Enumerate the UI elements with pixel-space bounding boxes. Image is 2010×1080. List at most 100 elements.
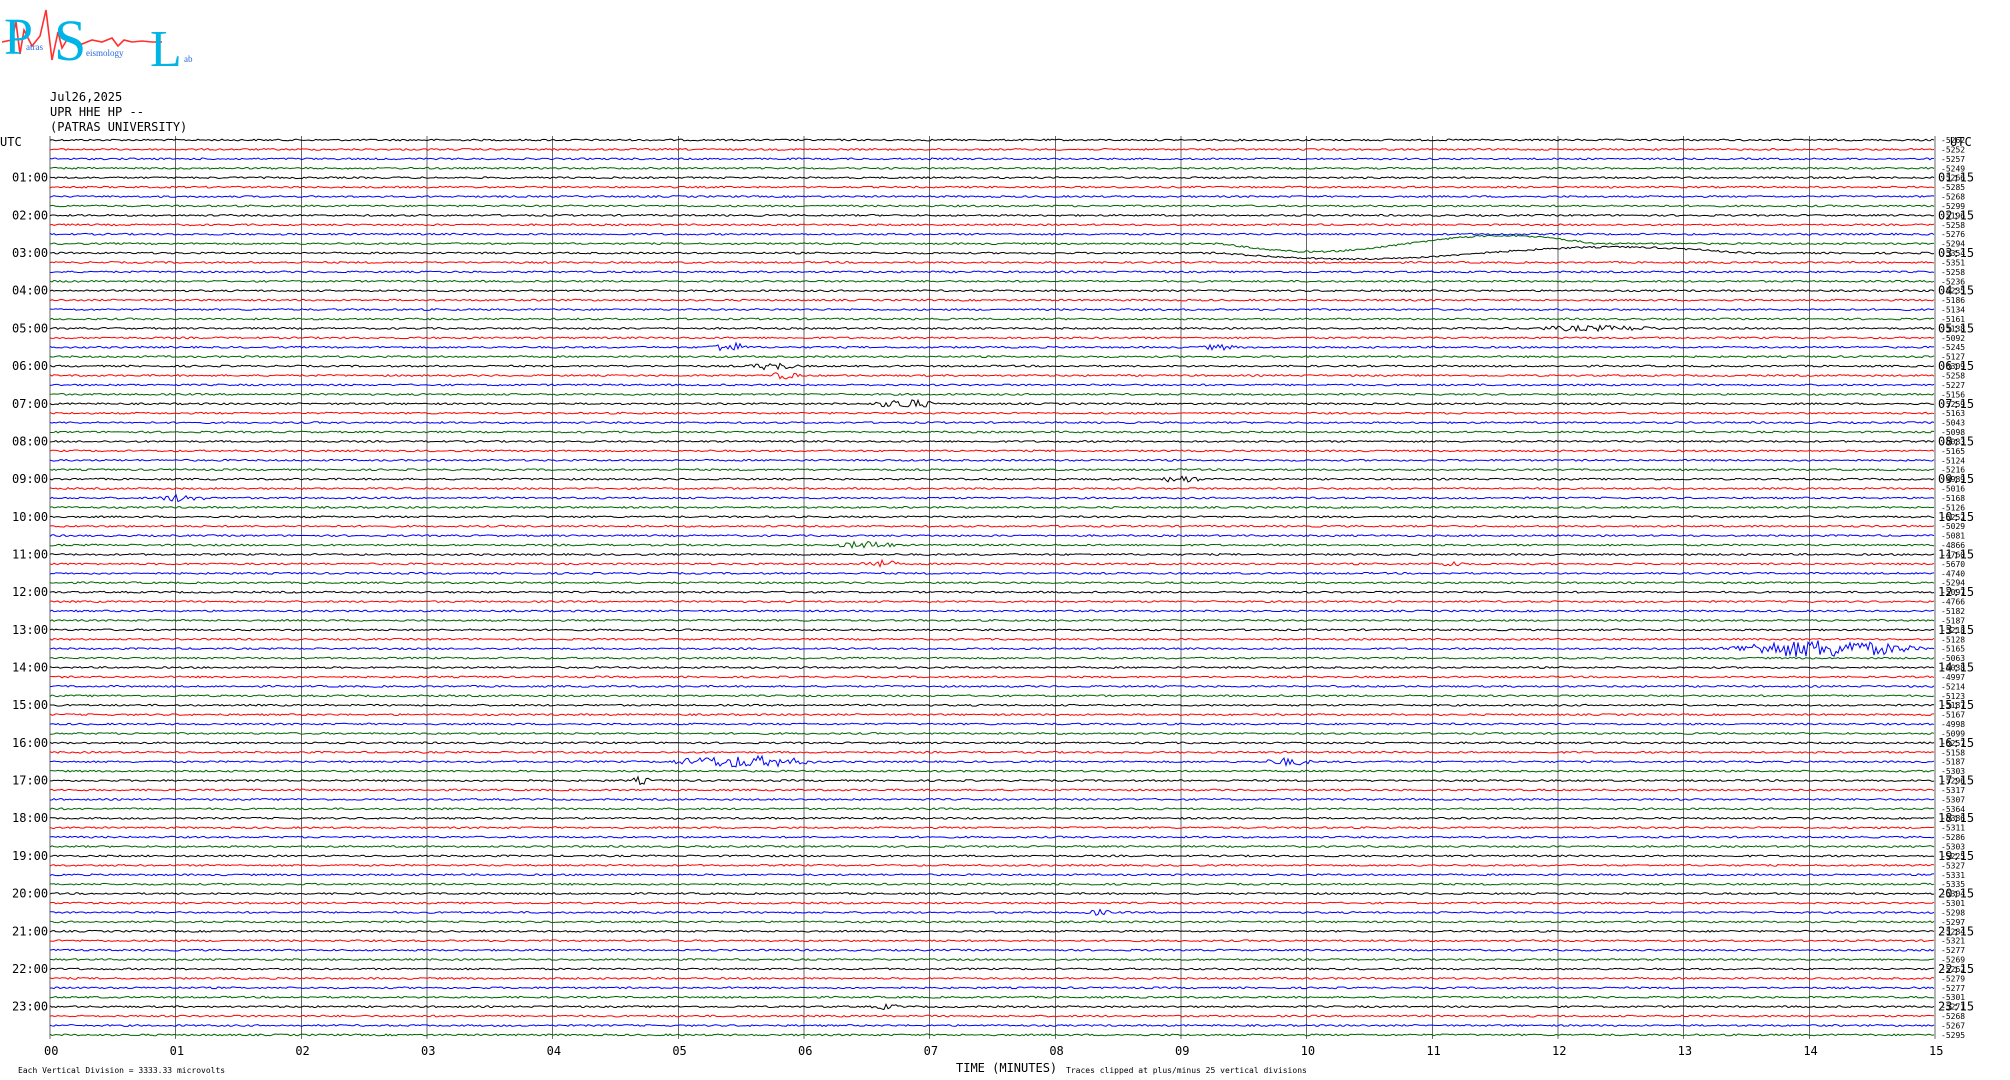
trace-line xyxy=(49,421,1935,425)
trace-line xyxy=(49,223,1935,227)
hour-label-right: 03:15 xyxy=(1938,246,1974,260)
trace-line xyxy=(49,826,1935,830)
trace-line xyxy=(49,571,1935,575)
trace-line xyxy=(49,920,1935,924)
trace-line xyxy=(49,515,1935,519)
hour-label-right: 13:15 xyxy=(1938,623,1974,637)
trace-line xyxy=(49,392,1935,396)
trace-offset-label: -5252 xyxy=(1941,145,1965,154)
trace-offset-label: -4998 xyxy=(1941,720,1965,729)
hour-label-right: 20:15 xyxy=(1938,887,1974,901)
hour-label-left: 08:00 xyxy=(12,434,48,448)
trace-offset-label: -5268 xyxy=(1941,193,1965,202)
trace-offset-label: -5307 xyxy=(1941,795,1965,804)
trace-offset-label: -5124 xyxy=(1941,456,1965,465)
trace-line xyxy=(49,245,1935,261)
x-tick-label: 13 xyxy=(1678,1044,1692,1058)
trace-line xyxy=(49,609,1935,613)
hour-label-left: 11:00 xyxy=(12,547,48,561)
trace-line xyxy=(49,754,1935,768)
trace-line xyxy=(49,260,1935,264)
x-tick-label: 08 xyxy=(1049,1044,1063,1058)
clip-note: Traces clipped at plus/minus 25 vertical… xyxy=(1066,1066,1307,1075)
trace-offset-label: -5331 xyxy=(1941,871,1965,880)
x-tick-label: 06 xyxy=(798,1044,812,1058)
hour-label-right: 04:15 xyxy=(1938,284,1974,298)
trace-line xyxy=(49,656,1935,660)
hour-label-right: 16:15 xyxy=(1938,736,1974,750)
hour-label-left: 10:00 xyxy=(12,510,48,524)
division-note: Each Vertical Division = 3333.33 microvo… xyxy=(18,1066,225,1075)
hour-label-left: 19:00 xyxy=(12,849,48,863)
trace-line xyxy=(49,948,1935,952)
left-axis-title: UTC xyxy=(0,135,22,149)
trace-line xyxy=(49,430,1935,434)
trace-line xyxy=(49,232,1935,236)
trace-line xyxy=(49,147,1935,151)
trace-line xyxy=(49,493,1935,503)
hour-label-right: 14:15 xyxy=(1938,661,1974,675)
trace-line xyxy=(49,703,1935,707)
trace-line xyxy=(49,684,1935,688)
hour-label-right: 22:15 xyxy=(1938,962,1974,976)
trace-line xyxy=(49,398,1935,408)
trace-line xyxy=(49,816,1935,820)
hour-label-right: 18:15 xyxy=(1938,811,1974,825)
trace-line xyxy=(49,863,1935,867)
trace-offset-label: -5187 xyxy=(1941,758,1965,767)
hour-label-left: 14:00 xyxy=(12,661,48,675)
hour-label-left: 17:00 xyxy=(12,774,48,788)
trace-line xyxy=(49,901,1935,905)
trace-line xyxy=(49,166,1935,170)
hour-label-left: 04:00 xyxy=(12,284,48,298)
trace-line xyxy=(49,788,1935,792)
hour-label-left: 22:00 xyxy=(12,962,48,976)
trace-line xyxy=(49,204,1935,208)
trace-line xyxy=(49,929,1935,933)
hour-label-left: 21:00 xyxy=(12,924,48,938)
hour-label-right: 11:15 xyxy=(1938,547,1974,561)
hour-label-left: 12:00 xyxy=(12,585,48,599)
trace-line xyxy=(49,1033,1935,1037)
trace-line xyxy=(49,176,1935,180)
trace-line xyxy=(49,976,1935,980)
trace-line xyxy=(49,694,1935,698)
hour-label-left: 07:00 xyxy=(12,397,48,411)
trace-line xyxy=(49,449,1935,453)
hour-label-left: 16:00 xyxy=(12,736,48,750)
hour-label-right: 19:15 xyxy=(1938,849,1974,863)
x-tick-label: 10 xyxy=(1301,1044,1315,1058)
trace-line xyxy=(49,873,1935,877)
hour-label-right: 01:15 xyxy=(1938,171,1974,185)
trace-line xyxy=(49,769,1935,773)
trace-offset-label: -5214 xyxy=(1941,682,1965,691)
trace-line xyxy=(49,234,1935,253)
trace-line xyxy=(49,995,1935,999)
trace-offset-label: -5262 xyxy=(1941,136,1965,145)
trace-line xyxy=(49,675,1935,679)
hour-label-left: 23:00 xyxy=(12,1000,48,1014)
trace-line xyxy=(49,458,1935,462)
trace-line xyxy=(49,487,1935,491)
hour-label-right: 10:15 xyxy=(1938,510,1974,524)
trace-line xyxy=(49,967,1935,971)
trace-offset-label: -5277 xyxy=(1941,984,1965,993)
trace-line xyxy=(49,540,1935,550)
trace-offset-label: -5182 xyxy=(1941,607,1965,616)
trace-line xyxy=(49,317,1935,321)
trace-line xyxy=(49,741,1935,745)
x-tick-label: 12 xyxy=(1552,1044,1566,1058)
trace-offset-label: -5134 xyxy=(1941,306,1965,315)
trace-line xyxy=(49,308,1935,312)
trace-line xyxy=(49,750,1935,754)
x-tick-label: 04 xyxy=(547,1044,561,1058)
trace-line xyxy=(49,475,1935,483)
trace-line xyxy=(49,797,1935,801)
hour-label-right: 07:15 xyxy=(1938,397,1974,411)
x-axis-title: TIME (MINUTES) xyxy=(956,1061,1057,1075)
trace-line xyxy=(49,298,1935,302)
trace-line xyxy=(49,185,1935,189)
hour-label-right: 08:15 xyxy=(1938,434,1974,448)
trace-line xyxy=(49,362,1935,371)
x-tick-label: 07 xyxy=(924,1044,938,1058)
